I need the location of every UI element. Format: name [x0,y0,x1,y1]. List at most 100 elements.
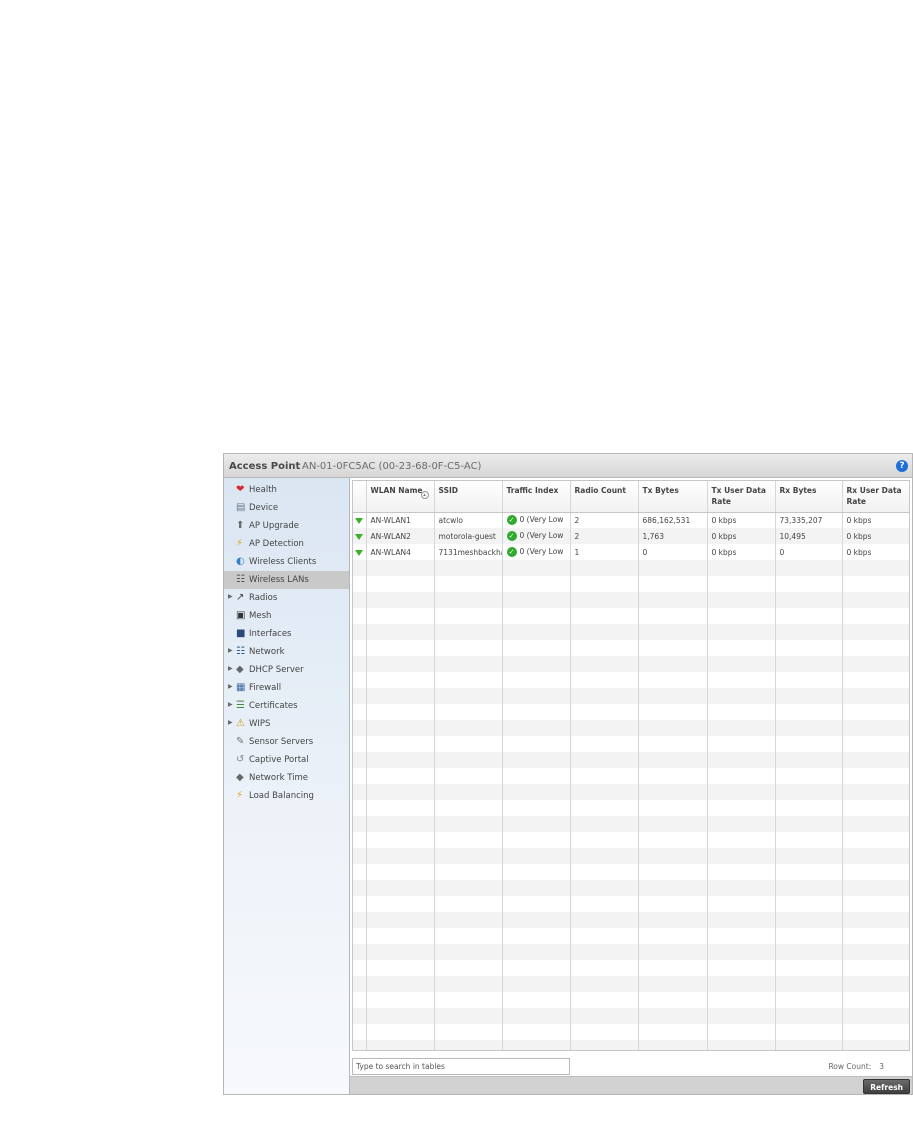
table-cell: motorola-guest [434,528,503,544]
empty-cell [353,864,367,880]
empty-cell [570,896,639,912]
column-header[interactable]: SSID [434,481,503,513]
column-header[interactable]: Rx Bytes [775,481,843,513]
row-count: Row Count: 3 [828,1062,884,1071]
expand-arrow-icon[interactable]: ▶ [228,665,233,672]
sidebar-item-certificates[interactable]: ▶ ☰ Certificates [224,697,349,715]
empty-table-row [353,944,909,960]
empty-cell [707,784,776,800]
empty-cell [570,736,639,752]
help-icon[interactable]: ? [896,460,908,472]
empty-cell [842,880,909,896]
empty-cell [502,928,571,944]
access-point-panel: Access Point AN-01-0FC5AC (00-23-68-0F-C… [223,453,913,1095]
load-balancing-icon: ⚡ [236,790,244,801]
cell-value: 0 kbps [711,531,737,541]
table-search-input[interactable]: Type to search in tables [352,1058,570,1075]
sidebar-item-mesh[interactable]: ▣ Mesh [224,607,349,625]
empty-cell [434,880,503,896]
empty-cell [638,832,708,848]
empty-cell [775,848,843,864]
sidebar-item-device[interactable]: ▤ Device [224,499,349,517]
sidebar-item-ap-upgrade[interactable]: ⬆ AP Upgrade [224,517,349,535]
sidebar-item-label: Wireless Clients [249,557,317,567]
empty-cell [434,704,503,720]
sidebar-item-wireless-clients[interactable]: ◐ Wireless Clients [224,553,349,571]
empty-cell [775,656,843,672]
table-cell: ✓ 0 (Very Low [502,512,571,528]
empty-cell [366,1040,435,1050]
sidebar-item-dhcp-server[interactable]: ▶ ◆ DHCP Server [224,661,349,679]
empty-cell [434,960,503,976]
expand-arrow-icon[interactable]: ▶ [228,683,233,690]
table-cell: AN-WLAN1 [366,512,435,528]
sidebar-item-wips[interactable]: ▶ ⚠ WIPS [224,715,349,733]
empty-cell [775,800,843,816]
expand-arrow-icon[interactable]: ▶ [228,593,233,600]
empty-cell [638,800,708,816]
column-header[interactable]: Tx User Data Rate [707,481,776,513]
empty-cell [353,688,367,704]
expand-arrow-icon[interactable]: ▶ [228,719,233,726]
empty-cell [434,1008,503,1024]
sidebar-item-captive-portal[interactable]: ↺ Captive Portal [224,751,349,769]
sidebar-item-wireless-lans[interactable]: ☷ Wireless LANs [224,571,349,589]
empty-cell [353,880,367,896]
sidebar-item-label: Wireless LANs [249,575,309,585]
expand-arrow-icon[interactable]: ▶ [228,647,233,654]
sidebar-item-ap-detection[interactable]: ⚡ AP Detection [224,535,349,553]
empty-cell [353,832,367,848]
empty-cell [502,640,571,656]
sidebar-item-health[interactable]: ❤ Health [224,481,349,499]
table-cell: ✓ 0 (Very Low [502,544,571,560]
column-header[interactable]: Traffic Index [502,481,571,513]
table-row[interactable]: AN-WLAN1 atcwlo ✓ 0 (Very Low 2 686,162,531 0 … [353,512,909,528]
check-circle-icon: ✓ [506,515,517,526]
mesh-icon: ▣ [236,610,246,621]
empty-cell [434,816,503,832]
sidebar-item-label: Load Balancing [249,791,314,801]
empty-cell [502,992,571,1008]
empty-cell [434,624,503,640]
sidebar-item-load-balancing[interactable]: ⚡ Load Balancing [224,787,349,805]
table-row[interactable]: AN-WLAN4 7131meshbackha ✓ 0 (Very Low 1 0 0 kb… [353,544,909,560]
empty-cell [707,704,776,720]
status-cell [353,512,367,528]
empty-cell [502,816,571,832]
empty-cell [570,704,639,720]
expand-arrow-icon[interactable]: ▶ [228,701,233,708]
empty-cell [707,560,776,576]
sidebar-item-interfaces[interactable]: ■ Interfaces [224,625,349,643]
empty-cell [366,960,435,976]
empty-cell [434,912,503,928]
column-header[interactable]: Radio Count [570,481,639,513]
sidebar-item-radios[interactable]: ▶ ↗ Radios [224,589,349,607]
empty-cell [570,752,639,768]
empty-cell [842,992,909,1008]
empty-cell [570,912,639,928]
sidebar-item-sensor-servers[interactable]: ✎ Sensor Servers [224,733,349,751]
empty-cell [638,704,708,720]
empty-cell [707,976,776,992]
empty-cell [707,736,776,752]
sidebar-item-network-time[interactable]: ◆ Network Time [224,769,349,787]
column-header[interactable]: Rx User Data Rate [842,481,909,513]
empty-cell [842,928,909,944]
empty-cell [707,816,776,832]
status-column-header[interactable] [353,481,367,513]
table-row[interactable]: AN-WLAN2 motorola-guest ✓ 0 (Very Low 2 1,763… [353,528,909,544]
empty-cell [570,672,639,688]
empty-cell [570,624,639,640]
empty-cell [434,576,503,592]
refresh-button[interactable]: Refresh [863,1079,910,1094]
sidebar-item-network[interactable]: ▶ ☷ Network [224,643,349,661]
column-header[interactable]: Tx Bytes [638,481,708,513]
empty-cell [707,672,776,688]
sort-icon[interactable]: ▴ [420,491,429,499]
empty-cell [366,880,435,896]
column-header[interactable]: WLAN Name ▴ [366,481,435,513]
sidebar-item-firewall[interactable]: ▶ ▦ Firewall [224,679,349,697]
sidebar-item-label: Network [249,647,285,657]
empty-cell [842,960,909,976]
empty-cell [353,928,367,944]
